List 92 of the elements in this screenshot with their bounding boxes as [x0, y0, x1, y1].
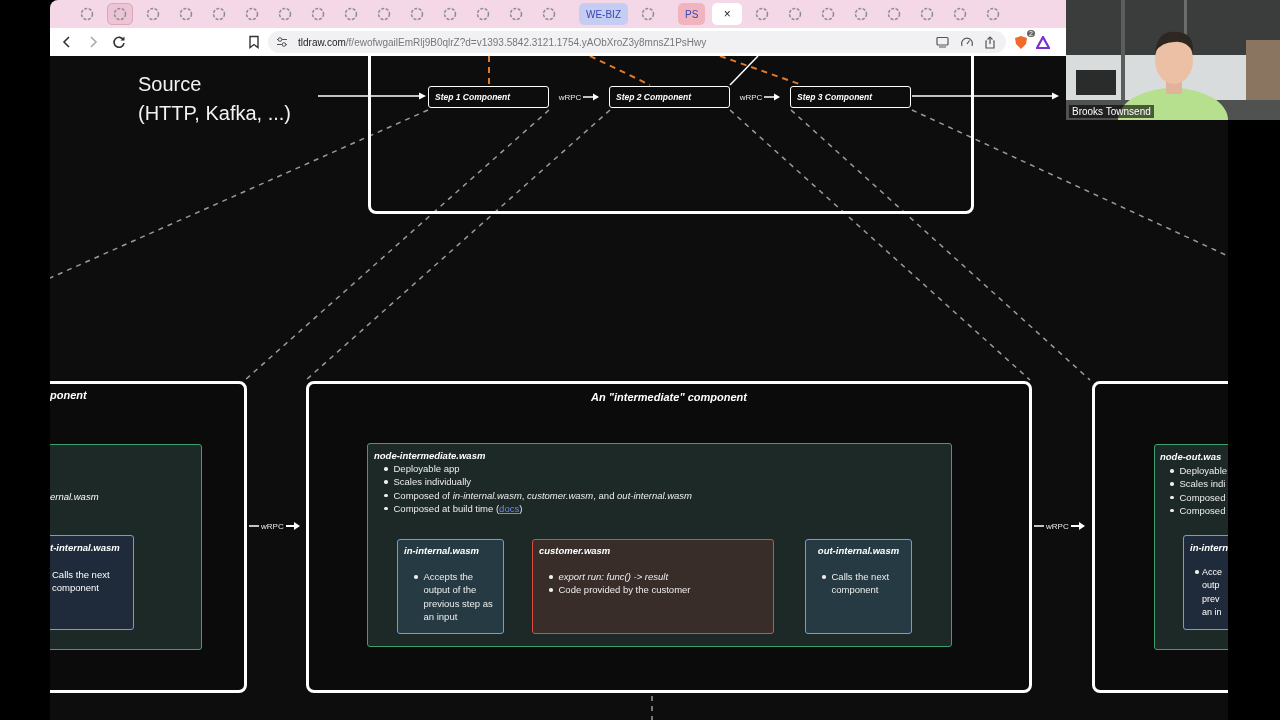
bookmark-icon[interactable]	[248, 35, 260, 49]
site-icon	[986, 7, 1001, 21]
bullet-text: Calls the next component	[831, 570, 891, 597]
triangle-icon[interactable]	[1036, 35, 1050, 49]
shield-icon[interactable]	[1014, 34, 1028, 50]
bullet-text: Code provided by the customer	[558, 583, 691, 597]
site-icon	[146, 7, 160, 21]
bullet-text: export run: func() -> result	[558, 570, 669, 584]
bullet-text: Composed at build time (docs)	[393, 501, 523, 516]
site-icon	[410, 7, 424, 21]
address-field[interactable]: tldraw.com/f/ewofwgailEmRlj9B0qlrZ?d=v1393.5842.3121.1754.yAObXroZ3y8mnsZ1PsHwy	[268, 31, 1006, 53]
close-tab-button[interactable]: ×	[712, 3, 743, 25]
line-icon	[1034, 522, 1044, 530]
site-icon	[821, 7, 836, 21]
gauge-icon[interactable]	[960, 36, 974, 48]
site-icon	[377, 7, 391, 21]
module-text: Calls the next component	[52, 568, 111, 594]
site-icon	[278, 7, 292, 21]
participant-name: Brooks Townsend	[1069, 105, 1154, 118]
site-icon	[179, 7, 193, 21]
site-icon	[509, 7, 523, 21]
site-icon	[953, 7, 968, 21]
site-icon	[80, 7, 94, 21]
bullet-text: Deployable	[1179, 464, 1228, 478]
share-icon[interactable]	[984, 35, 996, 49]
panel-title: An "intermediate" component	[590, 391, 749, 403]
bullet-text: Accepts the output of the previous step as an input	[423, 570, 494, 624]
site-icon	[245, 7, 259, 21]
site-icon	[788, 7, 803, 21]
bullet-text: Scales indi	[1179, 477, 1226, 491]
arrow-icon	[285, 521, 300, 531]
module-title: out-internal.wasm	[816, 545, 901, 557]
wrpc-label: wRPC	[739, 92, 763, 102]
bullet-icon	[549, 575, 553, 579]
url-text: tldraw.com/f/ewofwgailEmRlj9B0qlrZ?d=v1393.5842.3121.1754.yAObXroZ3y8mnsZ1PsHwy	[298, 36, 707, 48]
module-text: Acce outp prev an in	[1202, 566, 1222, 619]
bullet-icon	[1195, 570, 1199, 574]
site-icon	[443, 7, 457, 21]
site-icon	[542, 7, 556, 21]
reload-icon[interactable]	[112, 35, 126, 49]
site-icon	[476, 7, 490, 21]
bullet-text: Composed	[1179, 490, 1226, 504]
module-title: customer.wasm	[539, 545, 612, 557]
site-icon	[113, 7, 127, 21]
step-node: Step 2 Component	[609, 86, 730, 108]
bullet-icon	[1170, 508, 1174, 513]
bullet-icon	[1170, 482, 1174, 486]
line-icon	[249, 522, 259, 530]
site-icon	[854, 7, 869, 21]
bullet-text: Deployable app	[393, 462, 460, 476]
node-title: node-intermediate.wasm	[374, 450, 487, 461]
arrow-icon	[583, 93, 600, 101]
site-icon	[887, 7, 902, 21]
tab[interactable]: WE-BIZ	[579, 3, 628, 25]
bullet-text: Scales individually	[393, 475, 472, 489]
bullet-icon	[384, 480, 388, 484]
tab[interactable]	[107, 3, 133, 25]
site-icon	[311, 7, 325, 21]
site-icon	[212, 7, 226, 21]
wrpc-label: wRPC	[261, 521, 284, 531]
bullet-icon	[414, 575, 418, 579]
bullet-icon	[384, 506, 388, 511]
module-title: t-internal.wasm	[50, 542, 120, 553]
node-text: ernal.wasm	[50, 491, 99, 502]
cast-icon[interactable]	[936, 36, 950, 48]
site-settings-icon[interactable]	[276, 36, 288, 48]
dashed-connector	[488, 56, 490, 86]
bullet-icon	[1170, 495, 1174, 500]
site-icon	[344, 7, 358, 21]
module-title: in-intern	[1190, 542, 1228, 553]
arrow-icon	[1070, 521, 1085, 531]
bullet-icon	[384, 493, 388, 498]
bullet-icon	[549, 588, 553, 592]
dashed-connector	[589, 56, 651, 86]
wrpc-label: wRPC	[558, 92, 582, 102]
source-label: Source (HTTP, Kafka, ...)	[138, 72, 291, 126]
tab[interactable]: PS	[678, 3, 706, 25]
bullet-icon	[384, 467, 388, 471]
bullet-text: Composed of in-internal.wasm, customer.wasm, and out-internal.wasm	[393, 488, 693, 502]
wrpc-label: wRPC	[1046, 521, 1069, 531]
arrow-icon	[764, 93, 781, 101]
panel-title: ponent	[50, 389, 87, 401]
site-icon	[641, 7, 655, 21]
step-node: Step 3 Component	[790, 86, 911, 108]
site-icon	[755, 7, 770, 21]
bullet-text: Composed	[1179, 503, 1226, 518]
node-title: node-out.was	[1160, 451, 1222, 462]
step-node: Step 1 Component	[428, 86, 549, 108]
site-icon	[920, 7, 935, 21]
bullet-icon	[1170, 469, 1174, 473]
module-title: in-internal.wasm	[404, 545, 480, 557]
bullet-icon	[822, 575, 826, 579]
